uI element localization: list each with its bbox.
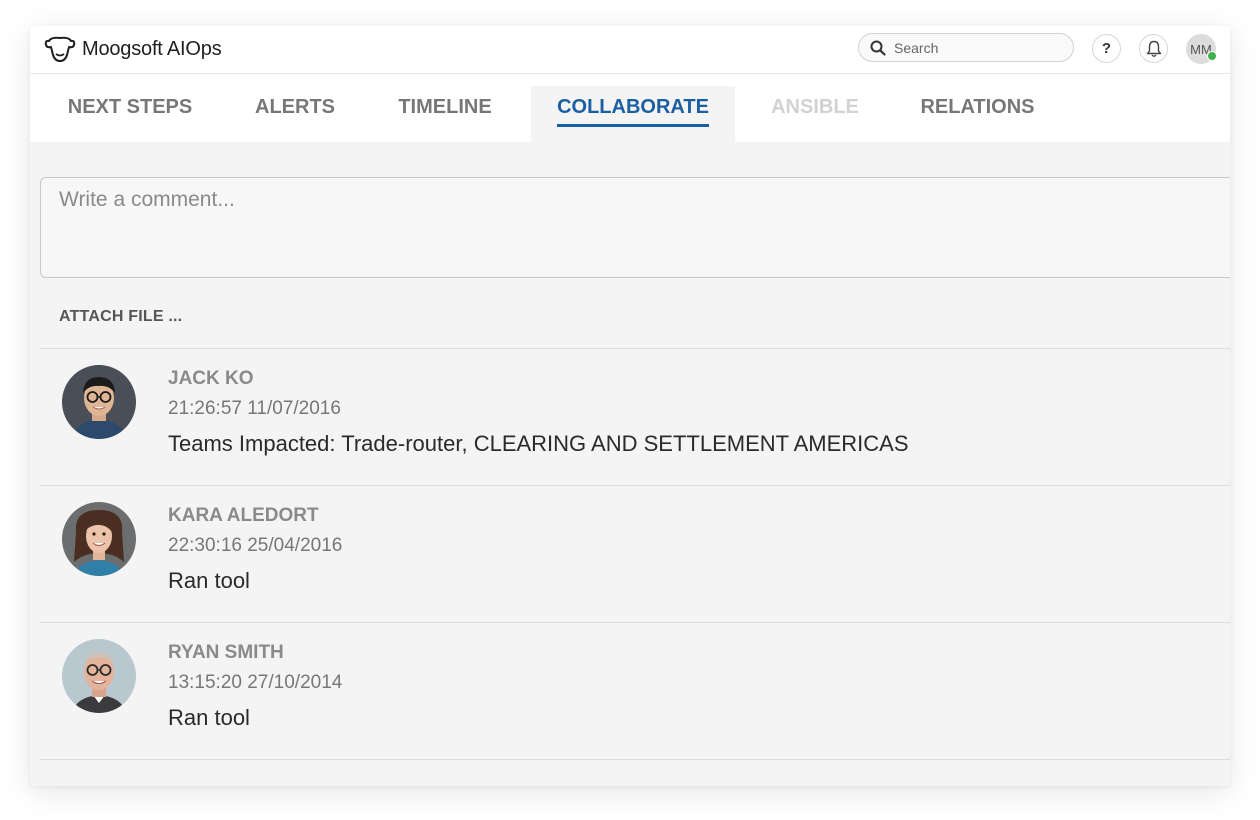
- tab-bar: NEXT STEPS ALERTS TIMELINE COLLABORATE A…: [30, 74, 1230, 142]
- tab-ansible: ANSIBLE: [745, 86, 885, 142]
- help-button[interactable]: ?: [1092, 34, 1121, 63]
- app-title: Moogsoft AIOps: [82, 37, 222, 60]
- tab-label: TIMELINE: [398, 96, 492, 118]
- comment-item: RYAN SMITH 13:15:20 27/10/2014 Ran tool: [40, 622, 1230, 758]
- tab-timeline[interactable]: TIMELINE: [370, 86, 520, 142]
- tab-relations[interactable]: RELATIONS: [895, 86, 1060, 142]
- comment-timestamp: 13:15:20 27/10/2014: [168, 672, 343, 693]
- attach-file-button[interactable]: ATTACH FILE ...: [59, 308, 182, 326]
- tab-label: COLLABORATE: [557, 96, 709, 127]
- comment-author: RYAN SMITH: [168, 642, 284, 663]
- comment-text: Teams Impacted: Trade-router, CLEARING A…: [168, 431, 909, 456]
- bell-icon: [1146, 40, 1161, 57]
- person-avatar-icon: [62, 502, 136, 576]
- avatar[interactable]: [62, 502, 136, 576]
- comment-text: Ran tool: [168, 568, 250, 593]
- top-bar: Moogsoft AIOps ? MM: [30, 26, 1230, 74]
- tab-label: RELATIONS: [920, 96, 1035, 118]
- tab-alerts[interactable]: ALERTS: [230, 86, 360, 142]
- comment-input[interactable]: [41, 178, 1230, 277]
- tab-collaborate[interactable]: COLLABORATE: [531, 86, 735, 142]
- collaborate-panel: Moogsoft AIOps ? MM NEXT STEPS: [30, 26, 1230, 786]
- help-icon: ?: [1101, 40, 1112, 57]
- tab-next-steps[interactable]: NEXT STEPS: [40, 86, 220, 142]
- avatar[interactable]: [62, 639, 136, 713]
- app-logo[interactable]: Moogsoft AIOps: [44, 35, 222, 63]
- avatar[interactable]: [62, 365, 136, 439]
- user-avatar[interactable]: MM: [1186, 34, 1217, 64]
- search-icon: [870, 40, 886, 56]
- divider: [40, 759, 1230, 760]
- tab-label: ALERTS: [255, 96, 335, 118]
- comment-item: JACK KO 21:26:57 11/07/2016 Teams Impact…: [40, 348, 1230, 484]
- tab-label: ANSIBLE: [771, 96, 859, 118]
- comment-text: Ran tool: [168, 705, 250, 730]
- comment-item: KARA ALEDORT 22:30:16 25/04/2016 Ran too…: [40, 485, 1230, 621]
- comment-author: KARA ALEDORT: [168, 505, 319, 526]
- comment-author: JACK KO: [168, 368, 254, 389]
- notifications-button[interactable]: [1139, 34, 1168, 63]
- person-avatar-icon: [62, 639, 136, 713]
- comment-timestamp: 21:26:57 11/07/2016: [168, 398, 341, 419]
- tab-label: NEXT STEPS: [67, 96, 193, 118]
- person-avatar-icon: [62, 365, 136, 439]
- cow-head-icon: [44, 36, 76, 62]
- comment-composer[interactable]: [40, 177, 1230, 278]
- comment-timestamp: 22:30:16 25/04/2016: [168, 535, 343, 556]
- online-status-dot: [1207, 51, 1217, 61]
- search-box[interactable]: [858, 33, 1074, 62]
- search-input[interactable]: [892, 38, 1056, 57]
